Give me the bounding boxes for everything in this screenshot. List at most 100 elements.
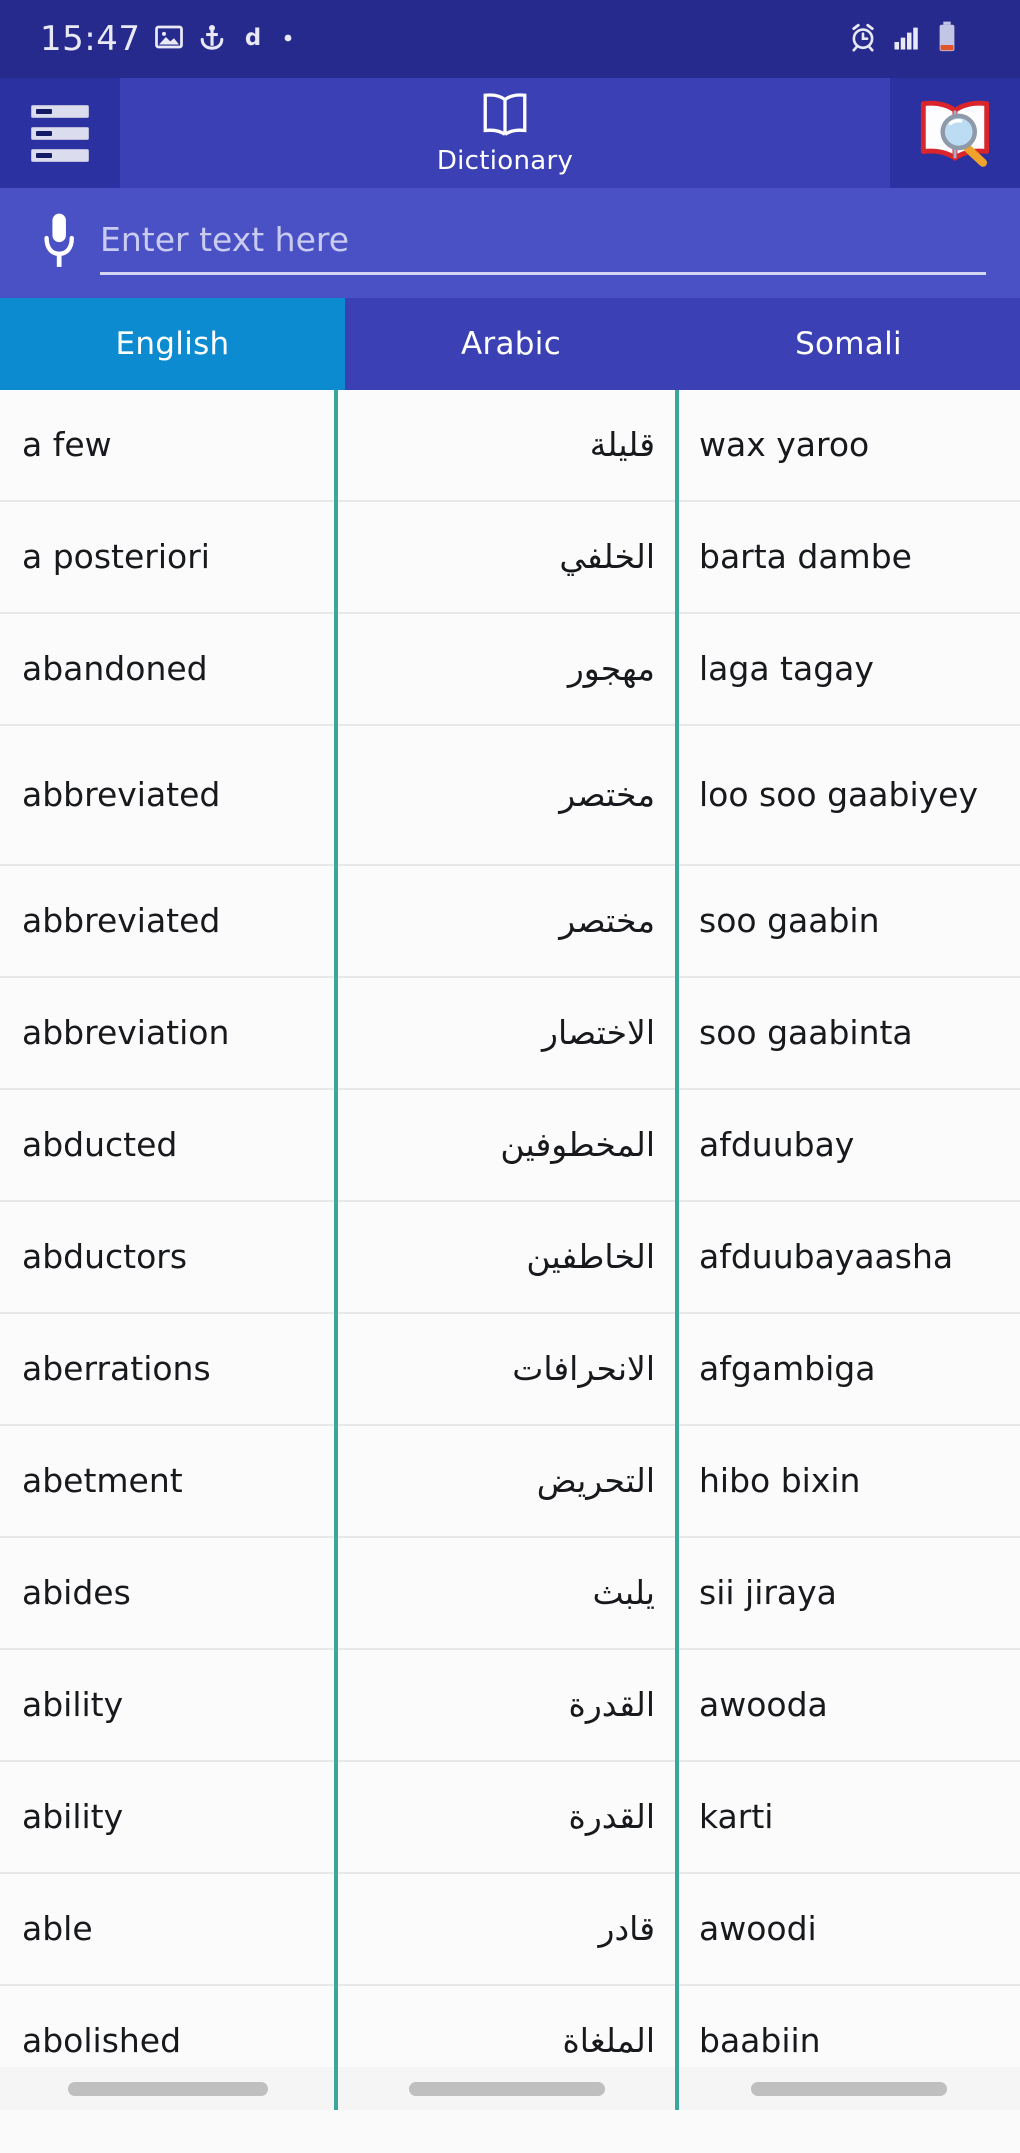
table-row[interactable]: aberrations الانحرافات afgambiga <box>0 1314 1020 1426</box>
app-bar: Dictionary <box>0 78 1020 188</box>
cell-arabic: التحريض <box>536 1460 655 1500</box>
book-search-icon <box>914 95 996 171</box>
dictionary-tab[interactable]: Dictionary <box>120 78 890 188</box>
cell-arabic: الخلفي <box>559 536 655 576</box>
cell-somali: wax yaroo <box>677 390 1020 500</box>
menu-button[interactable] <box>0 78 120 188</box>
cell-english: aberrations <box>22 1348 211 1388</box>
table-body: a few قليلة wax yaroo a posteriori الخلفي bar… <box>0 390 1020 2098</box>
image-icon <box>154 22 184 56</box>
table-row[interactable]: abbreviated مختصر loo soo gaabiyey <box>0 726 1020 866</box>
cell-arabic: الانحرافات <box>512 1348 655 1388</box>
table-row[interactable]: abetment التحريض hibo bixin <box>0 1426 1020 1538</box>
cell-somali: awoodi <box>677 1874 1020 1984</box>
search-input[interactable] <box>100 219 986 267</box>
table-row[interactable]: a few قليلة wax yaroo <box>0 390 1020 502</box>
cell-english: abandoned <box>22 648 208 688</box>
cell-somali-text: afduubayaasha <box>699 1236 954 1276</box>
dictionary-table[interactable]: a few قليلة wax yaroo a posteriori الخلفي bar… <box>0 390 1020 2110</box>
cell-english: abides <box>22 1572 131 1612</box>
table-row[interactable]: abbreviated مختصر soo gaabin <box>0 866 1020 978</box>
cell-english: ability <box>22 1684 124 1724</box>
cell-arabic: الخاطفين <box>526 1236 655 1276</box>
cell-arabic: المخطوفين <box>500 1124 655 1164</box>
cell-somali-text: soo gaabinta <box>699 1012 913 1052</box>
column-header-arabic[interactable]: Arabic <box>345 298 677 390</box>
arabic-column-scroll[interactable] <box>336 2067 677 2110</box>
status-bar-clock: 15:47 <box>40 19 141 59</box>
microphone-icon <box>37 210 81 276</box>
cell-somali: loo soo gaabiyey <box>677 726 1020 864</box>
cell-somali: awooda <box>677 1650 1020 1760</box>
svg-text:d: d <box>245 25 261 51</box>
cell-arabic: قليلة <box>589 424 655 464</box>
table-row[interactable]: a posteriori الخلفي barta dambe <box>0 502 1020 614</box>
cell-english: abductors <box>22 1236 188 1276</box>
cell-arabic: قادر <box>598 1908 655 1948</box>
cell-somali-text: baabiin <box>699 2020 821 2060</box>
cell-somali-text: sii jiraya <box>699 1572 837 1612</box>
cell-english: abbreviated <box>22 774 221 814</box>
cell-somali-text: barta dambe <box>699 536 912 576</box>
cell-arabic: يلبث <box>592 1572 655 1612</box>
table-row[interactable]: abbreviation الاختصار soo gaabinta <box>0 978 1020 1090</box>
cell-somali: sii jiraya <box>677 1538 1020 1648</box>
cell-somali: karti <box>677 1762 1020 1872</box>
cell-somali-text: laga tagay <box>699 648 874 688</box>
column-header-row: English Arabic Somali <box>0 298 1020 390</box>
cell-somali-text: loo soo gaabiyey <box>699 774 978 814</box>
table-row[interactable]: abandoned مهجور laga tagay <box>0 614 1020 726</box>
somali-column-scroll[interactable] <box>677 2067 1020 2110</box>
cell-arabic: مختصر <box>559 774 655 814</box>
letter-d-icon: d <box>240 22 266 56</box>
table-row[interactable]: abductors الخاطفين afduubayaasha <box>0 1202 1020 1314</box>
cell-arabic: مختصر <box>559 900 655 940</box>
search-button[interactable] <box>890 78 1020 188</box>
cell-english: a few <box>22 424 112 464</box>
cell-english: abducted <box>22 1124 178 1164</box>
cell-somali: laga tagay <box>677 614 1020 724</box>
anchor-icon <box>198 22 226 56</box>
cell-somali-text: soo gaabin <box>699 900 880 940</box>
bottom-scroll-indicators <box>0 2067 1020 2110</box>
cell-somali-text: hibo bixin <box>699 1460 861 1500</box>
open-book-icon <box>477 90 533 142</box>
table-row[interactable]: ability القدرة awooda <box>0 1650 1020 1762</box>
cell-english: abbreviated <box>22 900 221 940</box>
microphone-button[interactable] <box>26 210 92 276</box>
search-bar <box>0 188 1020 298</box>
column-header-somali[interactable]: Somali <box>677 298 1020 390</box>
cell-english: able <box>22 1908 93 1948</box>
cell-somali: barta dambe <box>677 502 1020 612</box>
status-bar: 15:47 d <box>0 0 1020 78</box>
cell-somali: afduubayaasha <box>677 1202 1020 1312</box>
cell-english: abetment <box>22 1460 183 1500</box>
alarm-icon <box>848 22 878 56</box>
cell-somali-text: afgambiga <box>699 1348 876 1388</box>
cell-somali: soo gaabin <box>677 866 1020 976</box>
search-underline <box>100 272 986 275</box>
cell-arabic: مهجور <box>567 648 655 688</box>
table-row[interactable]: abducted المخطوفين afduubay <box>0 1090 1020 1202</box>
english-column-scroll[interactable] <box>0 2067 336 2110</box>
table-row[interactable]: able قادر awoodi <box>0 1874 1020 1986</box>
cell-arabic: القدرة <box>568 1684 655 1724</box>
cell-somali-text: wax yaroo <box>699 424 870 464</box>
cell-somali-text: karti <box>699 1796 774 1836</box>
battery-low-icon <box>936 21 958 57</box>
status-bar-right <box>848 21 986 57</box>
cell-english: ability <box>22 1796 124 1836</box>
cell-english: abbreviation <box>22 1012 230 1052</box>
cell-arabic: القدرة <box>568 1796 655 1836</box>
table-row[interactable]: ability القدرة karti <box>0 1762 1020 1874</box>
cell-somali-text: awoodi <box>699 1908 817 1948</box>
cell-somali: hibo bixin <box>677 1426 1020 1536</box>
dot-icon <box>280 29 296 49</box>
cell-somali: soo gaabinta <box>677 978 1020 1088</box>
cell-somali: afduubay <box>677 1090 1020 1200</box>
table-row[interactable]: abides يلبث sii jiraya <box>0 1538 1020 1650</box>
column-header-english[interactable]: English <box>0 298 345 390</box>
signal-bars-icon <box>892 22 922 56</box>
search-field-wrapper <box>100 207 986 279</box>
status-bar-left: 15:47 d <box>40 19 296 59</box>
